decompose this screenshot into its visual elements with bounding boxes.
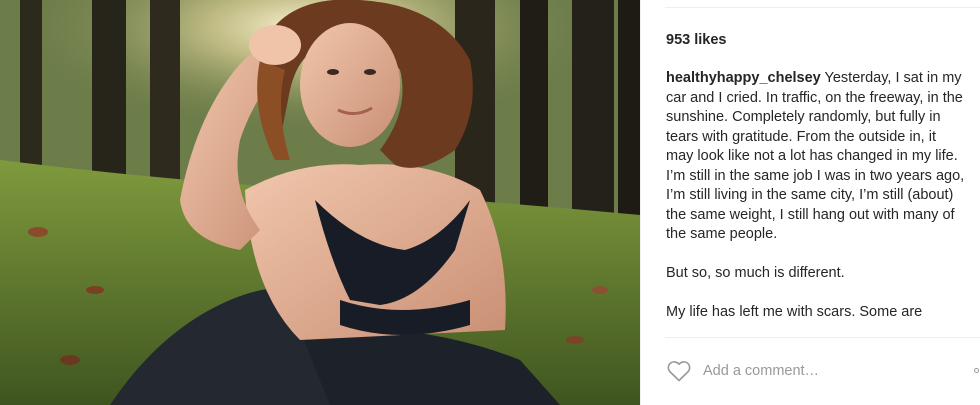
caption-paragraph-2: But so, so much is different. bbox=[666, 265, 845, 281]
comment-row bbox=[666, 358, 980, 384]
caption-username[interactable]: healthyhappy_chelsey bbox=[666, 70, 821, 86]
post-photo[interactable] bbox=[0, 0, 640, 405]
comment-divider bbox=[665, 337, 980, 338]
caption-paragraph-3: My life has left me with scars. Some are bbox=[666, 304, 923, 320]
post-info-panel: 953 likes 3w healthyhappy_chelsey Yester… bbox=[640, 0, 980, 405]
heart-outline-icon[interactable] bbox=[666, 359, 692, 383]
likes-row: 953 likes 3w bbox=[666, 30, 980, 50]
caption-paragraph: healthyhappy_chelsey Yesterday, I sat in… bbox=[666, 69, 966, 245]
caption: healthyhappy_chelsey Yesterday, I sat in… bbox=[666, 69, 966, 337]
likes-count[interactable]: 953 likes bbox=[666, 32, 726, 48]
more-options-icon[interactable] bbox=[974, 362, 980, 378]
caption-text: Yesterday, I sat in my car and I cried. … bbox=[666, 70, 965, 242]
dot bbox=[974, 367, 979, 373]
photo-illustration bbox=[0, 0, 640, 405]
add-comment-input[interactable] bbox=[703, 358, 933, 384]
top-divider bbox=[665, 7, 980, 8]
